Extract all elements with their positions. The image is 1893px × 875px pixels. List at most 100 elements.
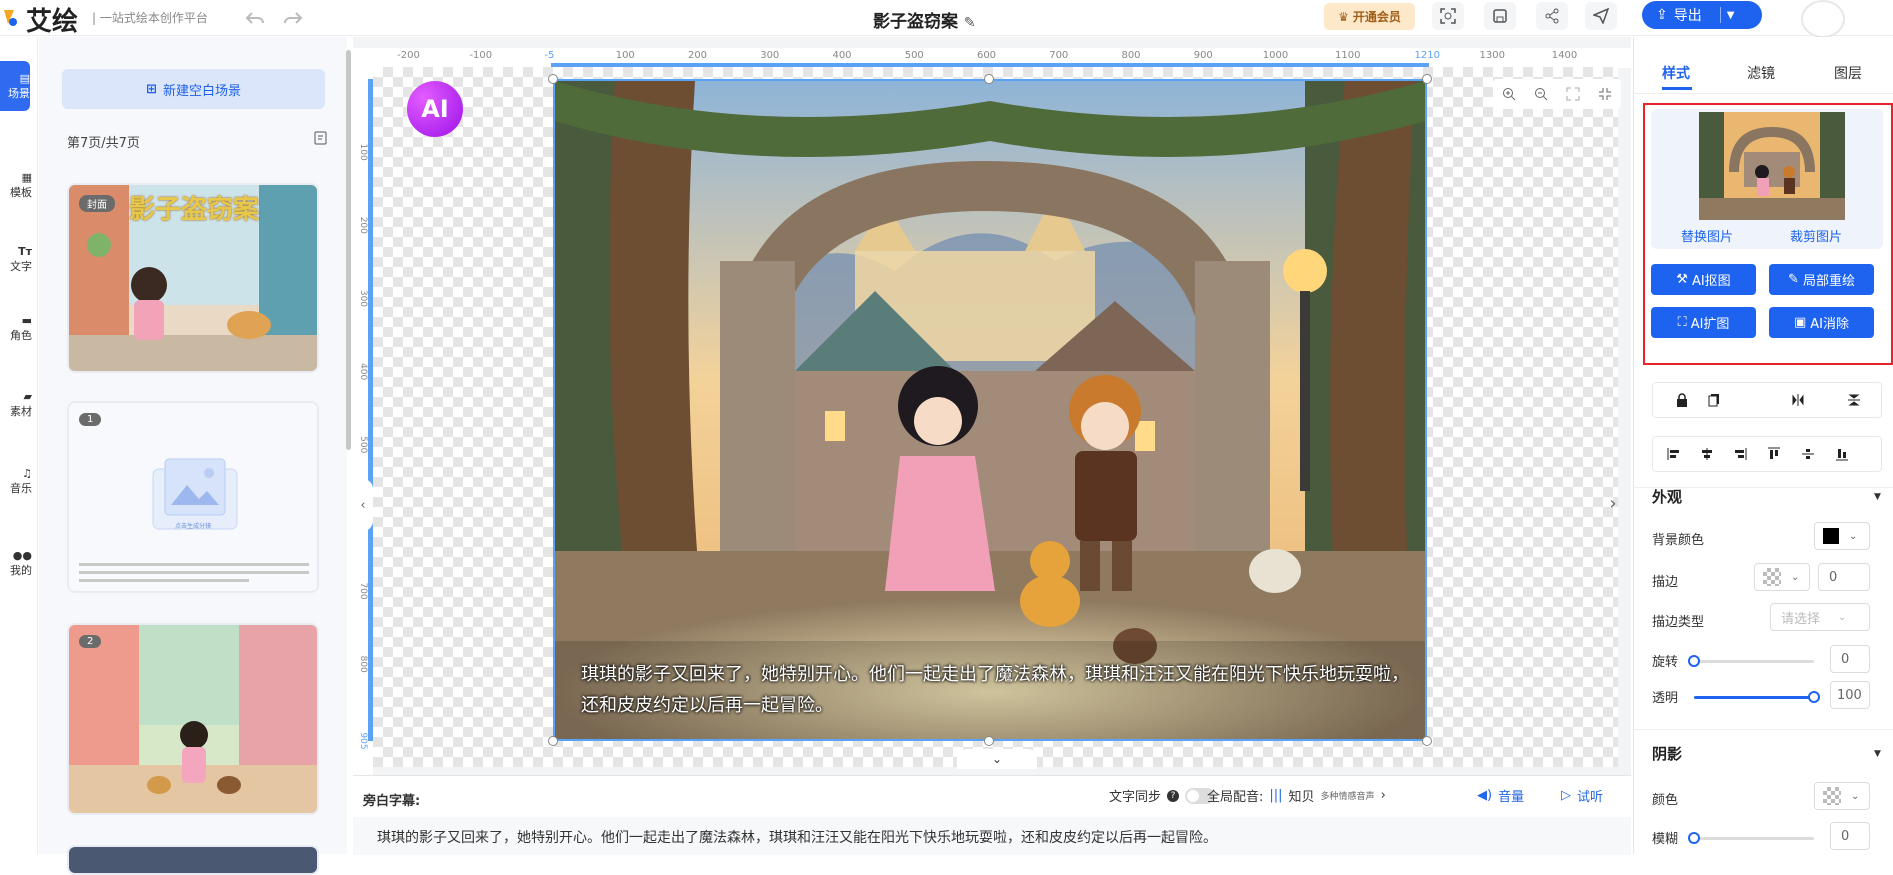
- transparent-swatch: [1763, 568, 1781, 586]
- resize-handle[interactable]: [548, 74, 558, 84]
- collapse-down-icon[interactable]: ⌄: [957, 749, 1037, 769]
- opacity-input[interactable]: 100: [1830, 681, 1870, 709]
- scene-panel: ⊞ 新建空白场景 第7页/共7页 封面 影子盗窃案 1 点击生成分镜 2: [39, 37, 347, 875]
- fit-screen-icon[interactable]: [1557, 79, 1589, 109]
- voice-description[interactable]: 多种情感音声: [1321, 789, 1375, 802]
- bg-color-picker[interactable]: ⌄: [1814, 522, 1870, 550]
- caret-down-icon[interactable]: ▼: [1874, 492, 1881, 502]
- undo-icon[interactable]: [244, 7, 266, 29]
- scene-badge: 1: [79, 413, 102, 426]
- align-right-icon[interactable]: [1731, 445, 1749, 463]
- align-row: [1652, 436, 1882, 472]
- blur-slider-knob[interactable]: [1688, 832, 1700, 844]
- bg-color-swatch: [1823, 528, 1839, 544]
- new-scene-button[interactable]: ⊞ 新建空白场景: [62, 69, 325, 109]
- voice-name[interactable]: 知贝: [1289, 786, 1315, 805]
- flip-horizontal-icon[interactable]: [1789, 391, 1807, 409]
- collapse-right-icon[interactable]: ›: [1603, 477, 1623, 529]
- stroke-color-picker[interactable]: ⌄: [1754, 563, 1810, 591]
- preview-button[interactable]: ▷ 试听: [1561, 786, 1603, 805]
- help-icon[interactable]: ?: [1167, 789, 1180, 802]
- opacity-slider-knob[interactable]: [1808, 691, 1820, 703]
- resize-handle[interactable]: [1422, 736, 1432, 746]
- resize-handle[interactable]: [1422, 74, 1432, 84]
- chevron-down-icon: ⌄: [1838, 611, 1847, 623]
- caret-down-icon[interactable]: ▼: [1874, 749, 1881, 759]
- tab-style[interactable]: 样式: [1662, 63, 1690, 83]
- scene-card-2[interactable]: 2: [67, 623, 319, 815]
- save-icon[interactable]: [1484, 2, 1516, 30]
- blur-input[interactable]: 0: [1830, 822, 1870, 850]
- vip-button[interactable]: ♛ 开通会员: [1324, 3, 1415, 30]
- rotate-input[interactable]: 0: [1830, 645, 1870, 673]
- rail-item-template[interactable]: ▦ 模板: [0, 155, 32, 215]
- shrink-icon[interactable]: [1589, 79, 1621, 109]
- ruler-tick-label: 400: [832, 50, 851, 61]
- ruler-tick-label: 700: [358, 582, 368, 599]
- opacity-slider[interactable]: [1694, 696, 1814, 699]
- ruler-tick-label: -5: [544, 50, 554, 61]
- rail-item-material[interactable]: ▰ 素材: [0, 374, 32, 434]
- shadow-color-picker[interactable]: ⌄: [1814, 782, 1870, 810]
- cover-title: 影子盗窃案: [129, 195, 260, 225]
- zoom-in-icon[interactable]: [1493, 79, 1525, 109]
- tab-layer[interactable]: 图层: [1834, 63, 1862, 83]
- rail-item-music[interactable]: ♫ 音乐: [0, 451, 32, 511]
- redo-icon[interactable]: [282, 7, 304, 29]
- edit-icon[interactable]: ✎: [964, 15, 976, 31]
- play-circle-icon: ▷: [1561, 788, 1571, 803]
- align-top-icon[interactable]: [1765, 445, 1783, 463]
- copy-icon[interactable]: [1705, 391, 1723, 409]
- scene-2-thumbnail: [69, 625, 317, 813]
- align-center-v-icon[interactable]: [1799, 445, 1817, 463]
- note-edit-icon[interactable]: [313, 130, 329, 146]
- rail-item-character[interactable]: ▬ 角色: [0, 298, 32, 358]
- narration-text[interactable]: 琪琪的影子又回来了，她特别开心。他们一起走出了魔法森林，琪琪和汪汪又能在阳光下快…: [377, 827, 1217, 847]
- shadow-title: 阴影: [1652, 745, 1683, 763]
- rotate-slider-knob[interactable]: [1688, 655, 1700, 667]
- stroke-type-select[interactable]: 请选择 ⌄: [1770, 603, 1870, 631]
- user-avatar[interactable]: [1801, 0, 1845, 38]
- scene-image[interactable]: 琪琪的影子又回来了，她特别开心。他们一起走出了魔法森林，琪琪和汪汪又能在阳光下快…: [553, 79, 1427, 741]
- narration-label: 旁白字幕:: [363, 794, 421, 809]
- scan-icon[interactable]: [1432, 2, 1464, 30]
- resize-handle[interactable]: [984, 736, 994, 746]
- scene-card-3[interactable]: [67, 845, 319, 875]
- ruler-tick-label: -100: [469, 50, 492, 61]
- template-icon: ▦: [21, 170, 32, 184]
- align-left-icon[interactable]: [1665, 445, 1683, 463]
- stroke-type-label: 描边类型: [1652, 615, 1705, 630]
- flip-vertical-icon[interactable]: [1845, 391, 1863, 409]
- scene-panel-scrollbar[interactable]: [346, 50, 351, 450]
- blur-slider[interactable]: [1694, 837, 1814, 840]
- resize-handle[interactable]: [984, 74, 994, 84]
- scene-card-1[interactable]: 1 点击生成分镜: [67, 401, 319, 593]
- top-bar: 艾绘 | 一站式绘本创作平台 影子盗窃案 ✎ ♛ 开通会员 ⇪ 导出 ▼: [0, 0, 1893, 38]
- rail-item-scene[interactable]: ▤ 场景: [0, 61, 30, 111]
- rail-item-mine[interactable]: ●● 我的: [0, 533, 32, 593]
- lock-icon[interactable]: [1673, 391, 1691, 409]
- export-button[interactable]: ⇪ 导出 ▼: [1642, 1, 1762, 29]
- scene-card-cover[interactable]: 封面 影子盗窃案: [67, 183, 319, 373]
- rail-item-text[interactable]: Tт 文字: [0, 229, 32, 289]
- ruler-tick-label: 100: [616, 50, 635, 61]
- narration-text-box[interactable]: 琪琪的影子又回来了，她特别开心。他们一起走出了魔法森林，琪琪和汪汪又能在阳光下快…: [353, 817, 1631, 855]
- chevron-down-icon: ⌄: [1849, 530, 1858, 542]
- tab-filter[interactable]: 滤镜: [1747, 63, 1775, 83]
- resize-handle[interactable]: [548, 736, 558, 746]
- caret-down-icon[interactable]: ▼: [1727, 10, 1735, 21]
- stroke-width-input[interactable]: 0: [1818, 563, 1870, 591]
- generate-placeholder-text: 点击生成分镜: [175, 523, 212, 530]
- document-title[interactable]: 影子盗窃案 ✎: [873, 7, 976, 32]
- collapse-left-icon[interactable]: ‹: [353, 479, 373, 531]
- chevron-right-icon[interactable]: ›: [1381, 788, 1386, 803]
- send-icon[interactable]: [1585, 2, 1617, 30]
- volume-button[interactable]: ◀) 音量: [1477, 786, 1524, 805]
- align-bottom-icon[interactable]: [1833, 445, 1851, 463]
- ai-badge[interactable]: AI: [407, 81, 463, 137]
- caption-overlay[interactable]: 琪琪的影子又回来了，她特别开心。他们一起走出了魔法森林，琪琪和汪汪又能在阳光下快…: [581, 659, 1411, 721]
- align-center-h-icon[interactable]: [1698, 445, 1716, 463]
- rotate-slider[interactable]: [1694, 660, 1814, 663]
- zoom-out-icon[interactable]: [1525, 79, 1557, 109]
- share-icon[interactable]: [1536, 2, 1568, 30]
